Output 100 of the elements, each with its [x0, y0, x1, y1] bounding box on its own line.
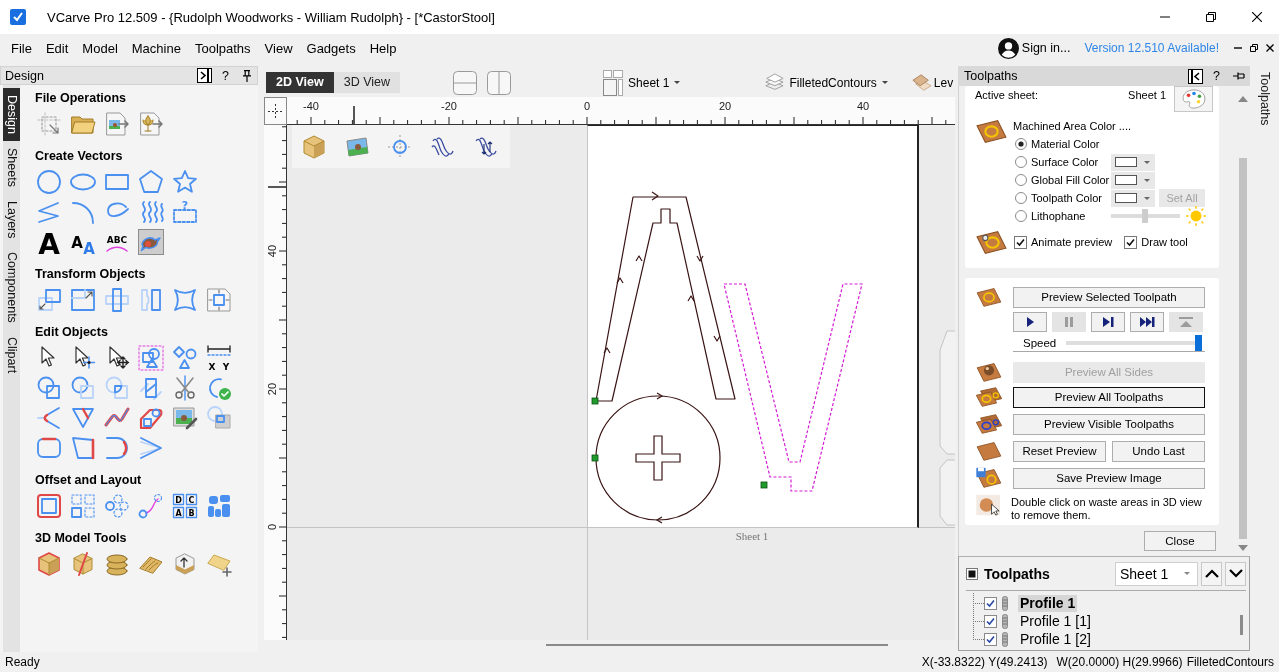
offset-square-icon[interactable] [36, 493, 62, 519]
circles-on-path-icon[interactable] [138, 493, 164, 519]
speed-slider-track[interactable] [1066, 335, 1202, 351]
rounded-rectangle-icon[interactable] [36, 435, 62, 461]
color-dropdown[interactable] [1111, 153, 1155, 171]
wavy-lines-icon[interactable] [431, 134, 455, 159]
slab-plus-icon[interactable] [206, 551, 232, 577]
horizontal-split-square-icon[interactable] [453, 70, 478, 95]
restore-icon[interactable] [1250, 44, 1258, 52]
sign-in-link[interactable]: Sign in... [1021, 41, 1071, 55]
preview-button[interactable]: Undo Last [1112, 440, 1205, 462]
sliced-cube-icon[interactable] [70, 551, 96, 577]
wavy-lines-arrows-icon[interactable] [474, 134, 498, 159]
radio-button[interactable] [1015, 192, 1027, 204]
levels-button[interactable]: Lev [911, 71, 954, 94]
scroll-down-icon[interactable] [1238, 545, 1248, 551]
scrollbar-thumb[interactable] [546, 644, 888, 646]
vertical-split-square-icon[interactable] [487, 70, 512, 95]
circle-pattern-icon[interactable] [104, 493, 130, 519]
double-chevron-icon[interactable] [138, 435, 164, 461]
menu-item[interactable]: Help [369, 40, 397, 56]
pin-icon[interactable] [243, 69, 251, 82]
radio-button[interactable] [1015, 174, 1027, 186]
panel-tab[interactable]: Layers [3, 193, 20, 246]
arrow-box-icon[interactable] [1188, 68, 1204, 84]
help-button[interactable]: ? [1213, 69, 1220, 83]
checkbox[interactable] [1124, 235, 1138, 249]
toolpath-item[interactable]: Profile 1 [2] [1018, 630, 1093, 648]
arrow-box-icon[interactable] [197, 68, 213, 83]
radio-button[interactable] [1015, 156, 1027, 168]
step-button[interactable] [1091, 312, 1125, 332]
close-icon[interactable] [1252, 12, 1262, 22]
trapezoid-icon[interactable] [70, 435, 96, 461]
triangle-icon[interactable] [70, 405, 96, 431]
scrollbar-thumb[interactable] [1239, 158, 1247, 539]
checkbox[interactable] [984, 632, 997, 646]
panel-tab[interactable]: Toolpaths [1254, 68, 1275, 130]
circle-crosshair-icon[interactable] [388, 134, 412, 159]
arc-check-icon[interactable] [206, 375, 232, 401]
move-up-button[interactable] [1201, 561, 1222, 586]
bird-icon[interactable] [138, 229, 164, 255]
slashed-rectangle-icon[interactable] [138, 375, 164, 401]
dashed-frame-icon[interactable] [36, 111, 62, 137]
pentagon-icon[interactable] [138, 169, 164, 195]
circle-icon[interactable] [36, 169, 62, 195]
scrollbar-thumb[interactable] [1240, 615, 1243, 635]
color-dropdown[interactable] [1111, 171, 1155, 189]
preview-button[interactable]: Save Preview Image [1013, 467, 1205, 489]
color-dropdown[interactable] [1111, 189, 1155, 207]
user-avatar-icon[interactable] [997, 37, 1019, 59]
preview-button[interactable]: Preview Visible Toolpaths [1013, 413, 1205, 435]
menu-item[interactable]: Toolpaths [194, 40, 251, 56]
menu-item[interactable]: Edit [45, 40, 69, 56]
preview-button[interactable]: Preview Selected Toolpath [1013, 286, 1205, 308]
scroll-up-icon[interactable] [1238, 96, 1248, 102]
radio-button[interactable] [1015, 138, 1027, 150]
cross-bars-icon[interactable] [104, 287, 130, 313]
picture-pencil-icon[interactable] [172, 405, 198, 431]
document-picture-icon[interactable] [104, 111, 130, 137]
sheet-dropdown[interactable]: Sheet 1 [603, 69, 681, 96]
document-square-icon[interactable] [206, 287, 232, 313]
slider-thumb[interactable] [1195, 335, 1202, 351]
rounded-angle-icon[interactable] [36, 405, 62, 431]
panel-tab[interactable]: Clipart [3, 330, 20, 381]
letter-icon[interactable]: A [36, 229, 62, 255]
menu-item[interactable]: Model [82, 40, 118, 56]
checkbox[interactable] [984, 596, 997, 610]
menu-item[interactable]: Machine [131, 40, 181, 56]
nested-shapes-icon[interactable] [206, 493, 232, 519]
double-letter-icon[interactable]: AA [70, 229, 96, 255]
coin-stack-icon[interactable] [104, 551, 130, 577]
checkbox[interactable] [1014, 235, 1027, 249]
scissors-icon[interactable] [172, 375, 198, 401]
help-button[interactable]: ? [222, 68, 229, 83]
cube-icon[interactable] [302, 134, 326, 159]
checkbox[interactable] [984, 614, 997, 628]
close-icon[interactable] [1266, 44, 1274, 52]
panel-tab[interactable]: Design [3, 88, 20, 141]
panel-tab[interactable]: Components [3, 245, 20, 331]
shapes-icon[interactable] [172, 345, 198, 371]
box-arrow-icon[interactable] [172, 551, 198, 577]
play-button[interactable] [1013, 312, 1047, 332]
preview-button[interactable]: Preview All Toolpaths [1013, 386, 1205, 408]
menu-item[interactable]: File [11, 40, 32, 56]
close-button[interactable]: Close [1144, 531, 1216, 551]
dashed-grid-icon[interactable] [70, 493, 96, 519]
shape-group-icon[interactable] [138, 345, 164, 371]
view-tab[interactable]: 3D View [333, 72, 401, 93]
circle-picture-icon[interactable] [206, 405, 232, 431]
pin-icon[interactable] [1233, 72, 1245, 80]
view-tab[interactable]: 2D View [266, 72, 334, 93]
sheet-select[interactable]: Sheet 1 [1115, 561, 1198, 586]
document-emblem-icon[interactable] [138, 111, 164, 137]
radio-button[interactable] [1015, 210, 1027, 222]
zigzag-line-icon[interactable] [36, 199, 62, 225]
slider-thumb[interactable] [1141, 209, 1148, 223]
toolpath-item[interactable]: Profile 1 [1] [1018, 612, 1093, 630]
restore-icon[interactable] [1206, 12, 1216, 22]
menu-item[interactable]: View [264, 40, 293, 56]
overlapping-squares-icon[interactable] [36, 287, 62, 313]
